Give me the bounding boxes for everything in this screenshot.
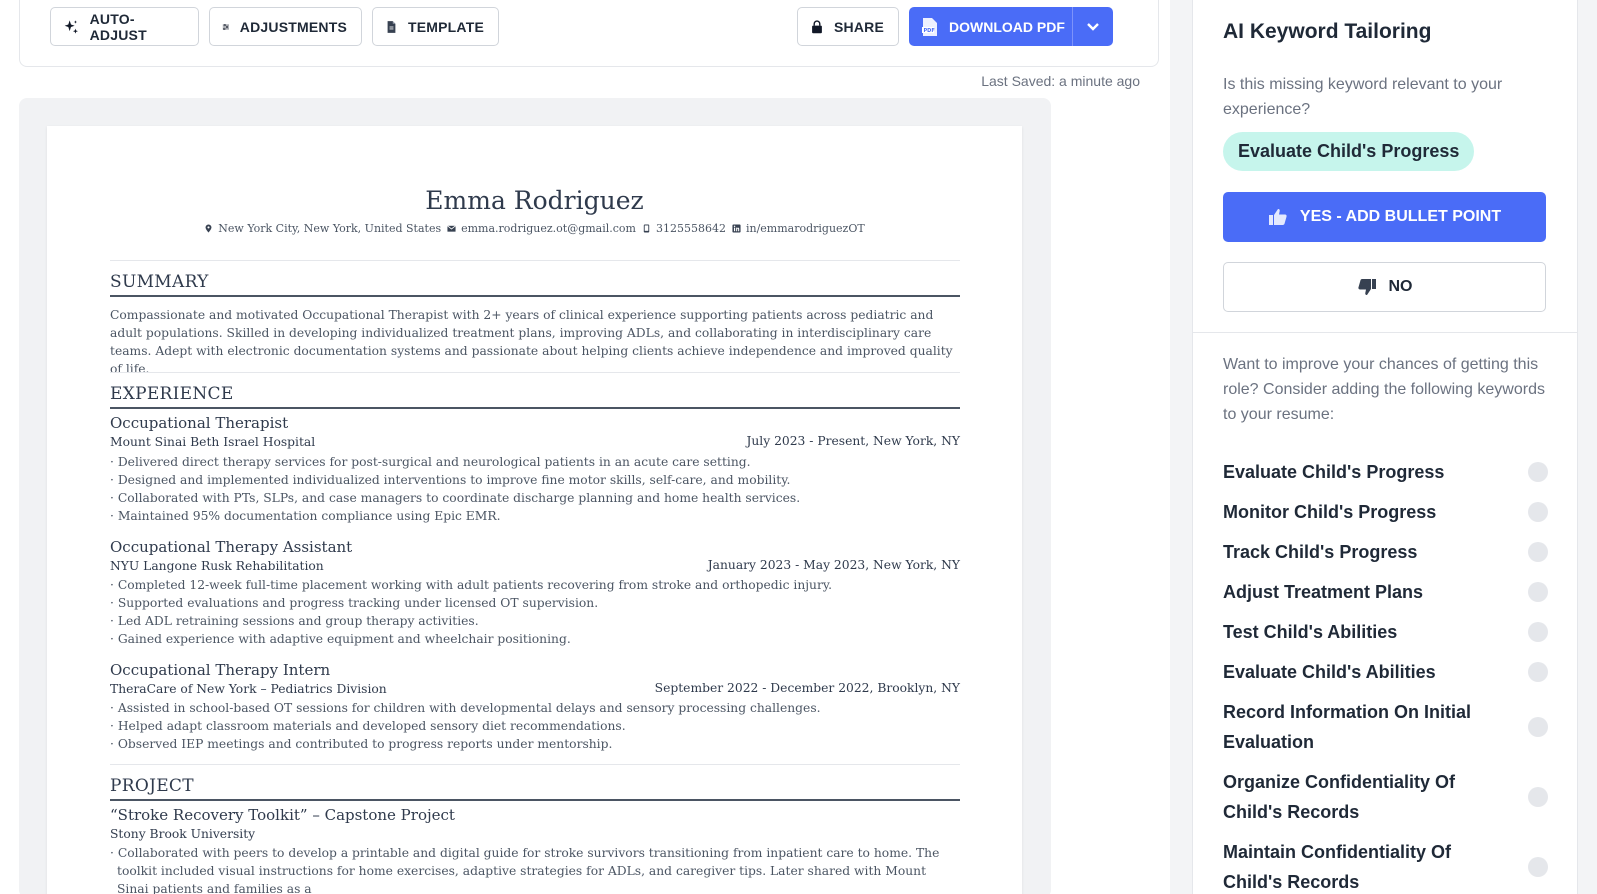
keyword-tailoring-panel: AI Keyword Tailoring Is this missing key… bbox=[1192, 0, 1578, 894]
keyword-item[interactable]: Organize Confidentiality Of Child's Reco… bbox=[1223, 762, 1548, 832]
linkedin-icon bbox=[732, 224, 741, 233]
keywords-intro: Want to improve your chances of getting … bbox=[1223, 356, 1545, 423]
resume-page[interactable]: Emma Rodriguez New York City, New York, … bbox=[47, 126, 1022, 894]
job-dates: July 2023 - Present, New York, NY bbox=[746, 434, 960, 448]
keyword-status-indicator bbox=[1528, 622, 1548, 642]
last-saved-status: Last Saved: a minute ago bbox=[981, 73, 1140, 89]
svg-text:PDF: PDF bbox=[924, 28, 935, 34]
keyword-item[interactable]: Track Child's Progress bbox=[1223, 532, 1548, 572]
chevron-down-icon bbox=[1087, 22, 1099, 31]
yes-label: YES - ADD BULLET POINT bbox=[1299, 208, 1502, 225]
keyword-status-indicator bbox=[1528, 542, 1548, 562]
keyword-item[interactable]: Record Information On Initial Evaluation bbox=[1223, 692, 1548, 762]
auto-adjust-button[interactable]: AUTO-ADJUST bbox=[50, 7, 199, 46]
download-pdf-button[interactable]: PDF DOWNLOAD PDF bbox=[909, 7, 1072, 46]
divider bbox=[1193, 332, 1577, 333]
bullet-item: Gained experience with adaptive equipmen… bbox=[110, 630, 960, 648]
divider bbox=[110, 260, 960, 261]
bullet-item: Led ADL retraining sessions and group th… bbox=[110, 612, 960, 630]
job-bullets: Delivered direct therapy services for po… bbox=[110, 453, 960, 525]
location-pin-icon bbox=[205, 224, 212, 233]
auto-adjust-label: AUTO-ADJUST bbox=[89, 10, 147, 43]
job-bullets: Assisted in school-based OT sessions for… bbox=[110, 699, 960, 753]
yes-add-bullet-button[interactable]: YES - ADD BULLET POINT bbox=[1223, 192, 1546, 242]
sparkle-icon bbox=[64, 19, 78, 34]
share-label: SHARE bbox=[833, 18, 884, 35]
project-heading: PROJECT bbox=[110, 776, 960, 801]
current-keyword-chip: Evaluate Child's Progress bbox=[1223, 132, 1475, 171]
resume-name: Emma Rodriguez bbox=[425, 186, 644, 215]
keyword-question: Is this missing keyword relevant to your… bbox=[1223, 76, 1503, 118]
project-org: Stony Brook University bbox=[110, 827, 256, 841]
no-label: NO bbox=[1388, 278, 1413, 295]
mail-icon bbox=[447, 225, 456, 232]
contact-linkedin: in/emmarodriguezOT bbox=[732, 222, 865, 235]
job-company: NYU Langone Rusk Rehabilitation bbox=[110, 559, 324, 573]
project-bullets: Collaborated with peers to develop a pri… bbox=[110, 844, 960, 894]
contact-phone: 3125558642 bbox=[642, 222, 726, 235]
keyword-status-indicator bbox=[1528, 582, 1548, 602]
keyword-item[interactable]: Monitor Child's Progress bbox=[1223, 492, 1548, 532]
keyword-item[interactable]: Maintain Confidentiality Of Child's Reco… bbox=[1223, 832, 1548, 894]
job-dates: September 2022 - December 2022, Brooklyn… bbox=[654, 681, 960, 695]
thumbs-down-icon bbox=[1357, 279, 1376, 295]
job-title: Occupational Therapy Intern bbox=[110, 661, 331, 679]
pdf-file-icon: PDF bbox=[922, 17, 937, 36]
contact-email: emma.rodriguez.ot@gmail.com bbox=[447, 222, 636, 235]
adjustments-label: ADJUSTMENTS bbox=[239, 18, 347, 35]
keyword-status-indicator bbox=[1528, 857, 1548, 877]
bullet-item: Collaborated with peers to develop a pri… bbox=[110, 844, 960, 894]
bullet-item: Observed IEP meetings and contributed to… bbox=[110, 735, 960, 753]
job-title: Occupational Therapist bbox=[110, 414, 289, 432]
lock-icon bbox=[812, 19, 822, 33]
template-button[interactable]: TEMPLATE bbox=[372, 7, 499, 46]
panel-title: AI Keyword Tailoring bbox=[1223, 20, 1432, 43]
keyword-status-indicator bbox=[1528, 787, 1548, 807]
keyword-status-indicator bbox=[1528, 662, 1548, 682]
share-button[interactable]: SHARE bbox=[797, 7, 899, 46]
job-dates: January 2023 - May 2023, New York, NY bbox=[707, 558, 960, 572]
bullet-item: Delivered direct therapy services for po… bbox=[110, 453, 960, 471]
job-title: Occupational Therapy Assistant bbox=[110, 538, 353, 556]
contact-line: New York City, New York, United States e… bbox=[47, 222, 1022, 235]
bullet-item: Assisted in school-based OT sessions for… bbox=[110, 699, 960, 717]
editor-toolbar: AUTO-ADJUST ADJUSTMENTS TEMPLATE SHARE P… bbox=[19, 0, 1159, 67]
bullet-item: Collaborated with PTs, SLPs, and case ma… bbox=[110, 489, 960, 507]
job-company: Mount Sinai Beth Israel Hospital bbox=[110, 435, 316, 449]
bullet-item: Completed 12-week full-time placement wo… bbox=[110, 576, 960, 594]
sliders-icon bbox=[222, 23, 230, 30]
project-title: “Stroke Recovery Toolkit” – Capstone Pro… bbox=[110, 806, 455, 824]
divider bbox=[110, 372, 960, 373]
experience-heading: EXPERIENCE bbox=[110, 384, 960, 409]
keyword-status-indicator bbox=[1528, 462, 1548, 482]
template-label: TEMPLATE bbox=[407, 18, 484, 35]
bullet-item: Designed and implemented individualized … bbox=[110, 471, 960, 489]
keyword-status-indicator bbox=[1528, 717, 1548, 737]
no-button[interactable]: NO bbox=[1223, 262, 1546, 312]
job-bullets: Completed 12-week full-time placement wo… bbox=[110, 576, 960, 648]
document-icon bbox=[387, 20, 396, 33]
keyword-item[interactable]: Evaluate Child's Progress bbox=[1223, 452, 1548, 492]
contact-location: New York City, New York, United States bbox=[204, 222, 441, 235]
bullet-item: Helped adapt classroom materials and dev… bbox=[110, 717, 960, 735]
keyword-list: Evaluate Child's Progress Monitor Child'… bbox=[1223, 452, 1548, 894]
summary-heading: SUMMARY bbox=[110, 272, 960, 297]
download-pdf-label: DOWNLOAD PDF bbox=[949, 18, 1065, 35]
summary-text: Compassionate and motivated Occupational… bbox=[110, 308, 953, 376]
keyword-status-indicator bbox=[1528, 502, 1548, 522]
download-options-dropdown[interactable] bbox=[1072, 7, 1113, 46]
bullet-item: Supported evaluations and progress track… bbox=[110, 594, 960, 612]
keyword-item[interactable]: Test Child's Abilities bbox=[1223, 612, 1548, 652]
divider bbox=[110, 764, 960, 765]
job-company: TheraCare of New York – Pediatrics Divis… bbox=[110, 682, 387, 696]
phone-icon bbox=[643, 224, 650, 233]
keyword-item[interactable]: Adjust Treatment Plans bbox=[1223, 572, 1548, 612]
adjustments-button[interactable]: ADJUSTMENTS bbox=[209, 7, 362, 46]
bullet-item: Maintained 95% documentation compliance … bbox=[110, 507, 960, 525]
keyword-item[interactable]: Evaluate Child's Abilities bbox=[1223, 652, 1548, 692]
thumbs-up-icon bbox=[1268, 209, 1287, 225]
